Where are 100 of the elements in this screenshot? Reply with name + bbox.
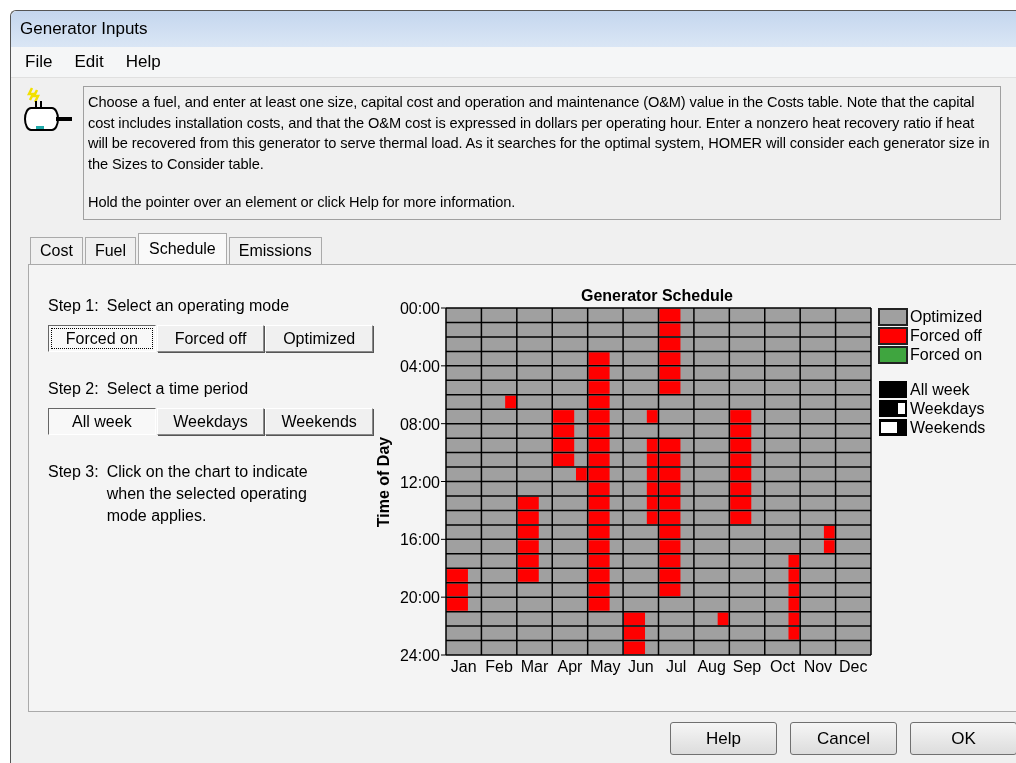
forced-off-cell	[646, 439, 658, 452]
month-label: May	[590, 658, 621, 675]
month-label: Mar	[520, 658, 549, 675]
forced-off-cell	[446, 569, 468, 582]
tick-label: 08:00	[399, 415, 440, 433]
month-label: Jul	[666, 658, 687, 675]
forced-off-cell	[553, 453, 575, 467]
month-label: Nov	[803, 658, 833, 675]
forced-off-cell	[659, 540, 681, 553]
forced-off-cell	[588, 381, 610, 394]
forced-off-cell	[646, 453, 658, 467]
forced-off-cell	[788, 627, 800, 640]
info-text: Choose a fuel, and enter at least one size, capital cost and operation and maintenance (O&M) value in the Costs table. Note that the capital cost includes installation costs, and that the O&M cost is expressed in dollars per operating hour. Enter a nonzero heat recovery ratio if heat will be recovered from this generator to serve thermal load. As it searches for the optimal system, HOMER will consider each generator size in the Sizes to Consider table.	[88, 93, 991, 174]
step-label: Step 2:	[48, 379, 99, 399]
option-button[interactable]: All week	[48, 408, 156, 435]
forced-off-cell	[517, 540, 539, 553]
month-label: Aug	[697, 658, 726, 675]
forced-off-cell	[505, 395, 516, 409]
all-week-swatch-icon	[879, 381, 907, 398]
legend-label: All week	[910, 381, 970, 398]
tick-label: 16:00	[399, 531, 440, 549]
month-label: Oct	[770, 658, 795, 675]
menu-item[interactable]: Help	[125, 52, 161, 72]
forced-off-cell	[659, 511, 681, 524]
forced-off-cell	[646, 482, 658, 496]
forced-off-cell	[659, 352, 681, 365]
step-label: Step 1:	[48, 296, 99, 316]
tick-label: 04:00	[399, 357, 440, 375]
forced-off-cell	[788, 554, 800, 568]
forced-off-cell	[788, 569, 800, 582]
legend-label: Optimized	[910, 308, 983, 325]
tick-label: 12:00	[399, 473, 440, 491]
tick-label: 20:00	[399, 589, 440, 607]
menu-item[interactable]: File	[25, 52, 53, 72]
forced-off-cell	[730, 482, 752, 496]
tab[interactable]: Cost	[30, 237, 83, 264]
forced-off-cell	[553, 410, 575, 423]
legend-label: Weekends	[910, 419, 986, 436]
forced-off-cell	[730, 439, 752, 452]
month-label: Jan	[450, 658, 477, 675]
option-button[interactable]: Weekends	[265, 408, 373, 435]
forced-off-cell	[788, 598, 800, 611]
option-button[interactable]: Forced off	[156, 325, 265, 352]
legend-label: Weekdays	[910, 400, 985, 417]
forced-off-cell	[588, 511, 610, 524]
weekends-swatch-icon	[879, 419, 907, 436]
forced-off-cell	[646, 410, 658, 423]
axis-title: Time of Day	[375, 436, 392, 528]
legend-label: Forced on	[910, 346, 983, 363]
month-label: Apr	[557, 658, 583, 675]
forced-off-cell	[588, 439, 610, 452]
tab[interactable]: Emissions	[228, 237, 322, 264]
forced-off-cell	[730, 511, 752, 524]
forced-off-cell	[646, 496, 658, 510]
forced-off-cell	[588, 569, 610, 582]
window-title: Generator Inputs	[20, 19, 148, 39]
dialog-button[interactable]: OK	[910, 722, 1016, 755]
option-button[interactable]: Optimized	[265, 325, 373, 352]
forced-off-cell	[588, 352, 610, 365]
weekdays-swatch-icon	[879, 400, 907, 417]
forced-off-cell	[553, 439, 575, 452]
forced-off-cell	[788, 583, 800, 597]
forced-off-cell	[646, 511, 658, 524]
month-label: Dec	[839, 658, 868, 675]
forced-off-cell	[788, 612, 800, 626]
tick-label: 00:00	[399, 300, 440, 317]
forced-off-cell	[659, 323, 681, 336]
tab[interactable]: Fuel	[84, 237, 137, 264]
forced-off-cell	[717, 612, 729, 626]
forced-off-cell	[576, 467, 587, 481]
chart-title: Generator Schedule	[581, 287, 733, 304]
forced-off-cell	[517, 511, 539, 524]
forced-off-cell	[659, 453, 681, 467]
option-button[interactable]: Weekdays	[156, 408, 265, 435]
step-instruction: Select an operating mode	[106, 296, 291, 316]
legend-label: Forced off	[910, 327, 982, 344]
forced-off-cell	[823, 525, 835, 539]
step-label: Step 3:	[48, 462, 99, 482]
forced-off-cell	[659, 439, 681, 452]
tick-label: 24:00	[399, 647, 440, 664]
dialog-button[interactable]: Cancel	[790, 722, 897, 755]
info-text: Hold the pointer over an element or click Help for more information.	[88, 193, 517, 212]
forced-off-cell	[588, 598, 610, 611]
menu-item[interactable]: Edit	[74, 52, 104, 72]
forced-off-cell	[588, 410, 610, 423]
forced-off-cell	[659, 569, 681, 582]
forced-off-cell	[659, 482, 681, 496]
month-label: Sep	[732, 658, 762, 675]
forced-off-cell	[588, 540, 610, 553]
option-button[interactable]: Forced on	[48, 325, 156, 352]
forced-off-cell	[823, 540, 835, 553]
dialog-button[interactable]: Help	[670, 722, 777, 755]
month-label: Jun	[627, 658, 654, 675]
forced-off-cell	[730, 453, 752, 467]
forced-off-cell	[659, 381, 681, 394]
forced-off-cell	[730, 410, 752, 423]
tab[interactable]: Schedule	[138, 233, 227, 264]
forced-off-cell	[446, 598, 468, 611]
forced-off-cell	[517, 569, 539, 582]
month-label: Feb	[485, 658, 513, 675]
